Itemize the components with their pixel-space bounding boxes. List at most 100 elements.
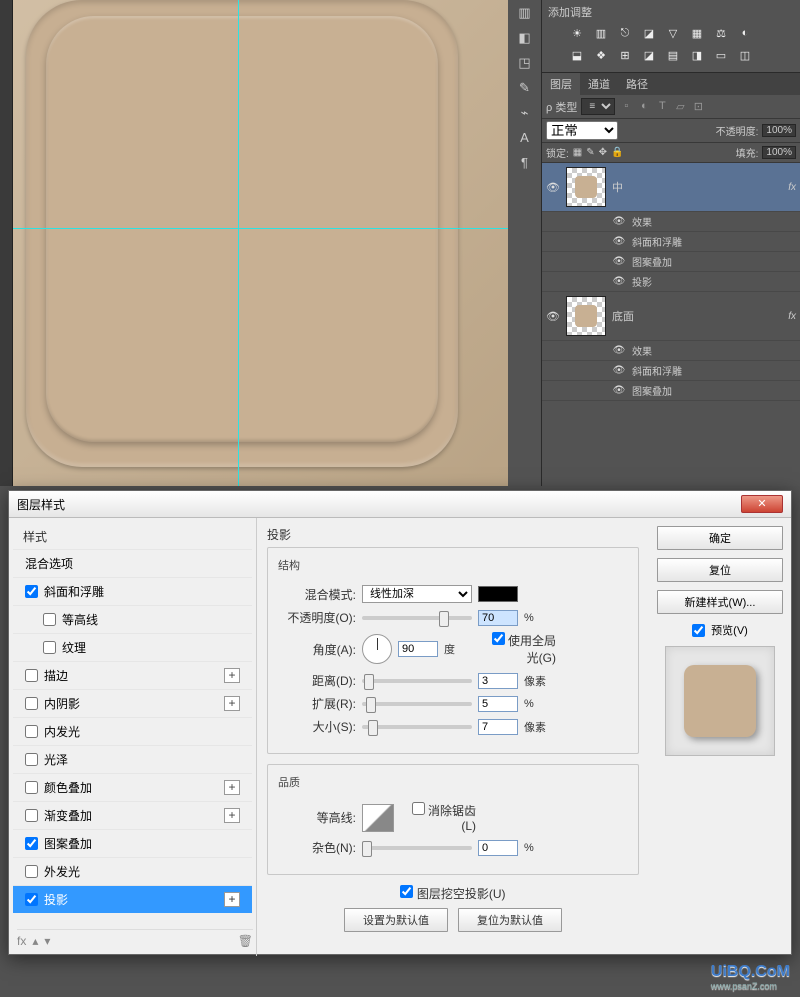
move-up-icon[interactable]: ▴ [32, 934, 38, 948]
style-row-描边[interactable]: 描边+ [13, 661, 252, 689]
distance-slider[interactable] [362, 679, 472, 683]
bw-icon[interactable]: ◐ [736, 27, 754, 43]
visibility-icon[interactable]: 👁 [612, 276, 626, 287]
style-checkbox[interactable] [25, 753, 38, 766]
threshold-icon[interactable]: ◨ [688, 49, 706, 65]
lock-position-icon[interactable]: ✥ [599, 147, 607, 158]
visibility-icon[interactable]: 👁 [612, 365, 626, 376]
filter-text-icon[interactable]: T [655, 100, 669, 114]
brightness-icon[interactable]: ☀ [568, 27, 586, 43]
style-row-外发光[interactable]: 外发光 [13, 857, 252, 885]
histogram-icon[interactable]: ▥ [514, 4, 536, 22]
layer-name[interactable]: 中 [612, 179, 782, 195]
contour-picker[interactable] [362, 804, 394, 832]
close-button[interactable]: ✕ [741, 495, 783, 513]
posterize-icon[interactable]: ▤ [664, 49, 682, 65]
style-checkbox[interactable] [25, 669, 38, 682]
exposure-icon[interactable]: ◪ [640, 27, 658, 43]
angle-dial[interactable] [362, 634, 392, 664]
style-row-内阴影[interactable]: 内阴影+ [13, 689, 252, 717]
reset-default-button[interactable]: 复位为默认值 [458, 908, 562, 932]
effects-label[interactable]: 效果 [632, 214, 652, 229]
lock-all-icon[interactable]: 🔒 [611, 147, 623, 158]
canvas-area[interactable] [0, 0, 508, 486]
style-checkbox[interactable] [25, 781, 38, 794]
add-effect-button[interactable]: + [224, 780, 240, 795]
opacity-slider[interactable] [362, 616, 472, 620]
layer-item[interactable]: 👁 中 fx [542, 163, 800, 212]
swatches-icon[interactable]: ◧ [514, 29, 536, 47]
hue-icon[interactable]: ▦ [688, 27, 706, 43]
blend-mode-select[interactable]: 线性加深 [362, 585, 472, 603]
filter-smart-icon[interactable]: ⊡ [691, 100, 705, 114]
mixer-icon[interactable]: ❖ [592, 49, 610, 65]
add-effect-button[interactable]: + [224, 668, 240, 683]
selective-icon[interactable]: ◫ [736, 49, 754, 65]
global-light-check[interactable]: 使用全局光(G) [480, 632, 556, 666]
noise-slider[interactable] [362, 846, 472, 850]
style-checkbox[interactable] [25, 893, 38, 906]
size-input[interactable] [478, 719, 518, 735]
tab-layers[interactable]: 图层 [542, 73, 580, 95]
size-slider[interactable] [362, 725, 472, 729]
style-row-纹理[interactable]: 纹理 [13, 633, 252, 661]
style-checkbox[interactable] [25, 837, 38, 850]
style-checkbox[interactable] [43, 613, 56, 626]
balance-icon[interactable]: ⚖ [712, 27, 730, 43]
effect-bevel[interactable]: 斜面和浮雕 [632, 363, 682, 378]
visibility-icon[interactable]: 👁 [546, 310, 560, 323]
style-row-等高线[interactable]: 等高线 [13, 605, 252, 633]
filter-pixel-icon[interactable]: ▫ [619, 100, 633, 114]
fx-badge[interactable]: fx [788, 182, 796, 193]
style-checkbox[interactable] [25, 809, 38, 822]
style-row-光泽[interactable]: 光泽 [13, 745, 252, 773]
noise-input[interactable] [478, 840, 518, 856]
style-checkbox[interactable] [25, 697, 38, 710]
paragraph-icon[interactable]: ¶ [514, 154, 536, 172]
levels-icon[interactable]: ▥ [592, 27, 610, 43]
style-row-斜面和浮雕[interactable]: 斜面和浮雕 [13, 577, 252, 605]
layer-thumbnail[interactable] [566, 296, 606, 336]
new-style-button[interactable]: 新建样式(W)... [657, 590, 783, 614]
layer-item[interactable]: 👁 底面 fx [542, 292, 800, 341]
visibility-icon[interactable]: 👁 [612, 345, 626, 356]
knockout-check[interactable]: 图层挖空投影(U) [400, 887, 505, 901]
layer-name[interactable]: 底面 [612, 308, 782, 324]
vibrance-icon[interactable]: ▽ [664, 27, 682, 43]
effect-pattern[interactable]: 图案叠加 [632, 254, 672, 269]
visibility-icon[interactable]: 👁 [612, 385, 626, 396]
curves-icon[interactable]: ⎋ [616, 27, 634, 43]
effect-dropshadow[interactable]: 投影 [632, 274, 652, 289]
blend-options-row[interactable]: 混合选项 [13, 549, 252, 577]
add-effect-button[interactable]: + [224, 696, 240, 711]
style-row-投影[interactable]: 投影+ [13, 885, 252, 913]
dialog-titlebar[interactable]: 图层样式 ✕ [9, 491, 791, 518]
guide-horizontal[interactable] [0, 228, 508, 229]
shadow-color-swatch[interactable] [478, 586, 518, 602]
add-effect-button[interactable]: + [224, 892, 240, 907]
character-icon[interactable]: A [514, 129, 536, 147]
guide-vertical[interactable] [238, 0, 239, 486]
gradmap-icon[interactable]: ▭ [712, 49, 730, 65]
style-checkbox[interactable] [25, 585, 38, 598]
lookup-icon[interactable]: ⊞ [616, 49, 634, 65]
distance-input[interactable] [478, 673, 518, 689]
filter-adj-icon[interactable]: ◐ [637, 100, 651, 114]
lock-paint-icon[interactable]: ✎ [586, 147, 594, 158]
brush-icon[interactable]: ✎ [514, 79, 536, 97]
ok-button[interactable]: 确定 [657, 526, 783, 550]
styles-header[interactable]: 样式 [13, 524, 252, 549]
style-row-图案叠加[interactable]: 图案叠加 [13, 829, 252, 857]
effect-pattern[interactable]: 图案叠加 [632, 383, 672, 398]
style-row-内发光[interactable]: 内发光 [13, 717, 252, 745]
blend-mode-select[interactable]: 正常 [546, 121, 618, 140]
visibility-icon[interactable]: 👁 [612, 216, 626, 227]
style-checkbox[interactable] [25, 865, 38, 878]
visibility-icon[interactable]: 👁 [612, 256, 626, 267]
clone-icon[interactable]: ⌁ [514, 104, 536, 122]
fx-menu-icon[interactable]: fx [17, 934, 26, 948]
visibility-icon[interactable]: 👁 [612, 236, 626, 247]
visibility-icon[interactable]: 👁 [546, 181, 560, 194]
filter-shape-icon[interactable]: ▱ [673, 100, 687, 114]
fill-value[interactable]: 100% [762, 146, 796, 159]
